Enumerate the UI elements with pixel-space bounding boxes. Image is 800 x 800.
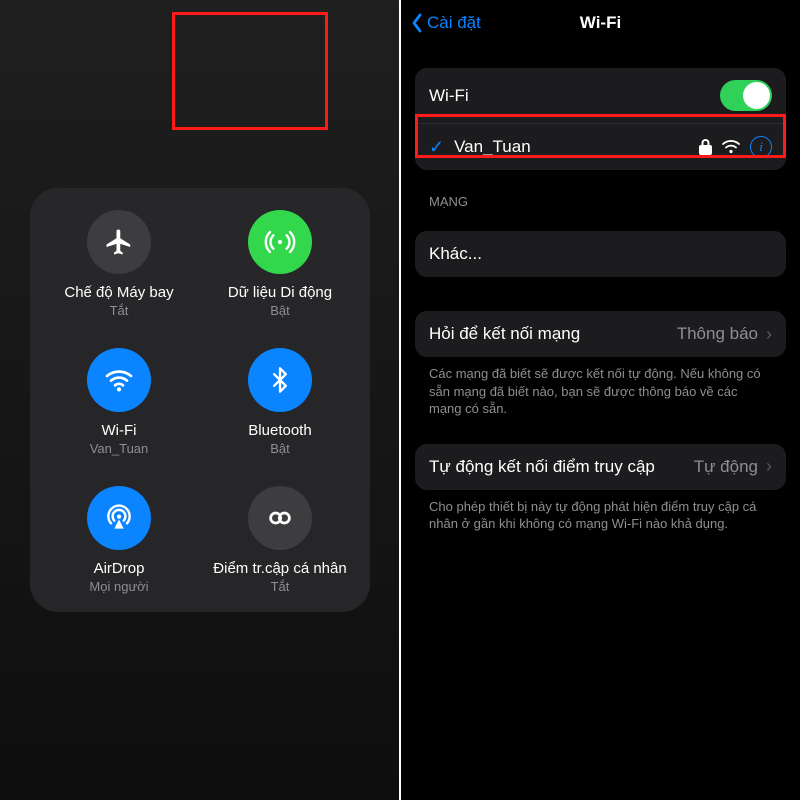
bluetooth-icon [248, 348, 312, 412]
network-status-icons: i [699, 136, 772, 158]
bluetooth-status: Bật [270, 441, 290, 456]
chevron-right-icon: › [766, 456, 772, 477]
control-center-screen: Chế độ Máy bay Tắt Dữ liệu Di động Bật W… [0, 0, 399, 800]
other-label: Khác... [429, 244, 482, 264]
wifi-toggle-row[interactable]: Wi-Fi [415, 68, 786, 123]
wifi-signal-icon [722, 140, 740, 154]
page-title: Wi-Fi [401, 13, 800, 33]
ask-label: Hỏi để kết nối mạng [429, 324, 580, 344]
auto-hotspot-row[interactable]: Tự động kết nối điểm truy cập Tự động › [415, 444, 786, 490]
ask-value: Thông báo [677, 324, 758, 344]
wifi-tile[interactable]: Wi-Fi Van_Tuan [44, 348, 195, 456]
info-icon[interactable]: i [750, 136, 772, 158]
connectivity-panel: Chế độ Máy bay Tắt Dữ liệu Di động Bật W… [30, 188, 370, 612]
cellular-icon [248, 210, 312, 274]
ask-to-join-row[interactable]: Hỏi để kết nối mạng Thông báo › [415, 311, 786, 357]
highlight-box-cellular [172, 12, 328, 130]
wifi-icon [87, 348, 151, 412]
cellular-title: Dữ liệu Di động [228, 284, 332, 301]
checkmark-icon: ✓ [429, 137, 444, 158]
bluetooth-title: Bluetooth [248, 422, 311, 439]
auto-footer-note: Cho phép thiết bị này tự động phát hiện … [429, 498, 772, 533]
bluetooth-tile[interactable]: Bluetooth Bật [205, 348, 356, 456]
connected-network-name: Van_Tuan [454, 137, 531, 157]
hotspot-title: Điểm tr.cập cá nhân [213, 560, 346, 577]
airplane-mode-tile[interactable]: Chế độ Máy bay Tắt [44, 210, 195, 318]
ask-to-join-group: Hỏi để kết nối mạng Thông báo › [415, 311, 786, 357]
cellular-data-tile[interactable]: Dữ liệu Di động Bật [205, 210, 356, 318]
wifi-title: Wi-Fi [102, 422, 137, 439]
connected-network-row[interactable]: ✓ Van_Tuan i [415, 123, 786, 170]
ask-footer-note: Các mạng đã biết sẽ được kết nối tự động… [429, 365, 772, 418]
other-network-row[interactable]: Khác... [415, 231, 786, 277]
airdrop-icon [87, 486, 151, 550]
wifi-settings-screen: Cài đặt Wi-Fi Wi-Fi ✓ Van_Tuan i MẠNG Kh… [401, 0, 800, 800]
airdrop-title: AirDrop [94, 560, 145, 577]
wifi-toggle-switch[interactable] [720, 80, 772, 111]
auto-value: Tự động [694, 457, 758, 477]
airplane-icon [87, 210, 151, 274]
airplane-title: Chế độ Máy bay [64, 284, 173, 301]
chevron-right-icon: › [766, 324, 772, 345]
auto-hotspot-group: Tự động kết nối điểm truy cập Tự động › [415, 444, 786, 490]
other-networks-group: Khác... [415, 231, 786, 277]
hotspot-icon [248, 486, 312, 550]
airdrop-status: Mọi người [89, 579, 148, 594]
personal-hotspot-tile[interactable]: Điểm tr.cập cá nhân Tắt [205, 486, 356, 594]
auto-label: Tự động kết nối điểm truy cập [429, 457, 655, 477]
airplane-status: Tắt [110, 303, 129, 318]
cellular-status: Bật [270, 303, 290, 318]
wifi-toggle-group: Wi-Fi ✓ Van_Tuan i [415, 68, 786, 170]
airdrop-tile[interactable]: AirDrop Mọi người [44, 486, 195, 594]
networks-section-header: MẠNG [429, 194, 772, 209]
wifi-row-label: Wi-Fi [429, 86, 469, 106]
hotspot-status: Tắt [271, 579, 290, 594]
nav-bar: Cài đặt Wi-Fi [401, 0, 800, 46]
wifi-status: Van_Tuan [90, 441, 149, 456]
lock-icon [699, 139, 712, 155]
